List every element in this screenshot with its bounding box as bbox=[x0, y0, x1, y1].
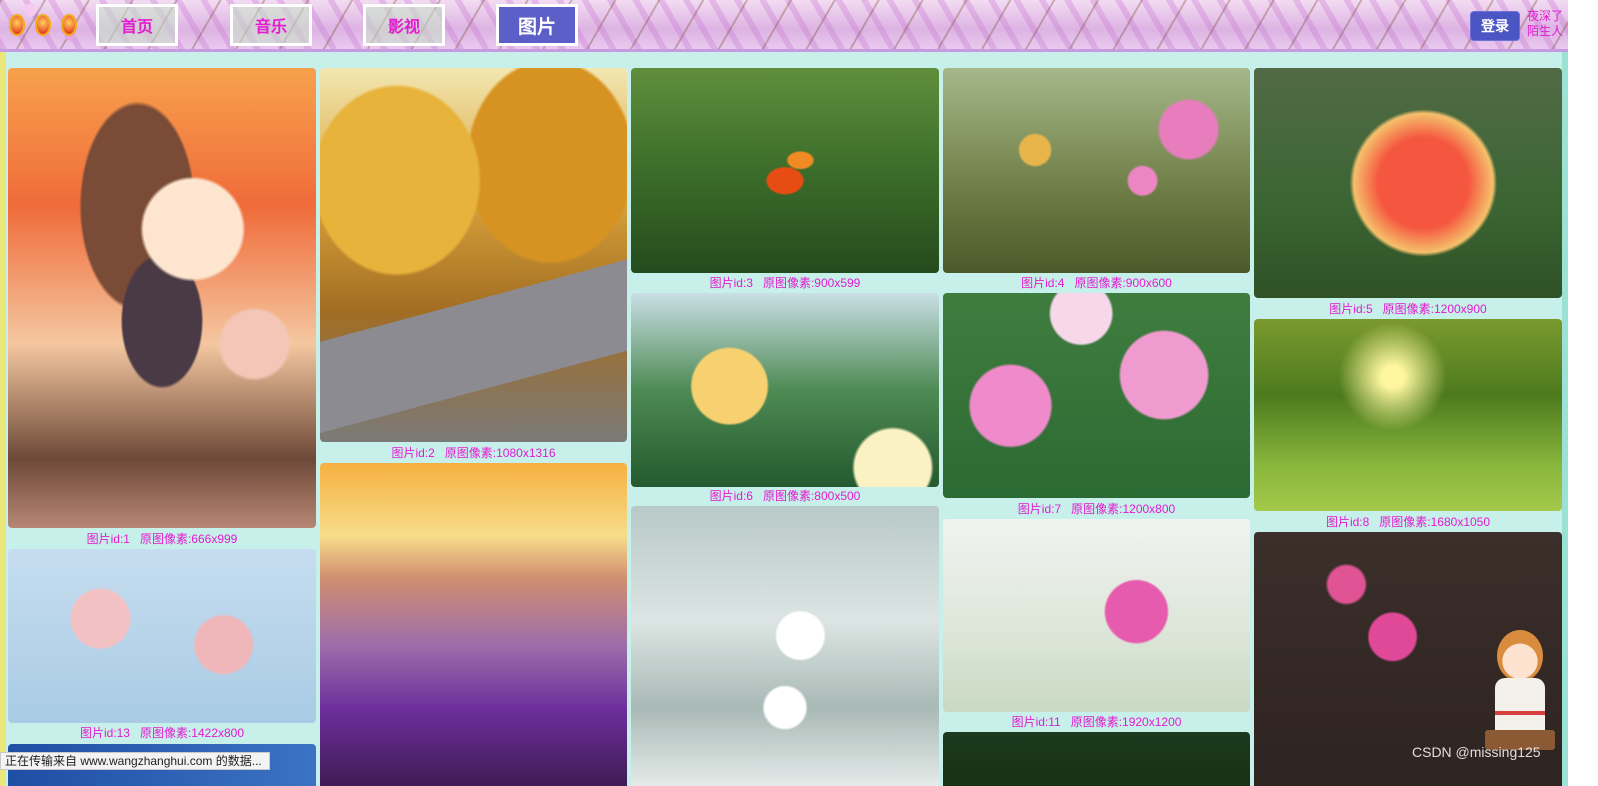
gallery-image-3[interactable] bbox=[631, 68, 939, 273]
nav-pictures[interactable]: 图片 bbox=[496, 4, 578, 46]
gallery-image-blossom[interactable] bbox=[631, 506, 939, 786]
anime-mascot[interactable] bbox=[1485, 630, 1555, 760]
page-right-margin bbox=[1568, 0, 1598, 786]
image-caption: 图片id:11 原图像素:1920x1200 bbox=[1011, 715, 1182, 729]
watermark: CSDN @missing125 bbox=[1412, 744, 1541, 760]
gallery-image-6[interactable] bbox=[631, 293, 939, 487]
user-greeting: 夜深了陌生人 bbox=[1526, 9, 1563, 38]
gallery-image-5[interactable] bbox=[1254, 68, 1562, 298]
gallery-image-2[interactable] bbox=[320, 68, 627, 442]
image-caption: 图片id:2 原图像素:1080x1316 bbox=[391, 446, 556, 460]
nav-video[interactable]: 影视 bbox=[363, 4, 445, 46]
gallery-image-partial[interactable] bbox=[943, 732, 1250, 786]
gallery-image-11[interactable] bbox=[943, 519, 1250, 712]
mascot-head bbox=[1497, 630, 1543, 682]
gallery-image-8[interactable] bbox=[1254, 319, 1562, 511]
lantern-icon bbox=[9, 14, 25, 36]
image-caption: 图片id:6 原图像素:800x500 bbox=[709, 489, 861, 503]
image-gallery: 图片id:1 原图像素:666x999 图片id:13 原图像素:1422x80… bbox=[0, 52, 1568, 786]
mascot-body bbox=[1495, 678, 1545, 738]
nav-music[interactable]: 音乐 bbox=[230, 4, 312, 46]
image-caption: 图片id:7 原图像素:1200x800 bbox=[1017, 502, 1176, 516]
top-navigation-bar: 首页 音乐 影视 图片 登录 夜深了陌生人 bbox=[0, 0, 1598, 52]
gallery-image-13[interactable] bbox=[8, 549, 316, 723]
gallery-image-7[interactable] bbox=[943, 293, 1250, 498]
image-caption: 图片id:4 原图像素:900x600 bbox=[1021, 276, 1172, 290]
gallery-image-1[interactable] bbox=[8, 68, 316, 528]
gallery-image-sunset[interactable] bbox=[320, 463, 627, 786]
login-button[interactable]: 登录 bbox=[1470, 11, 1520, 41]
lantern-icon bbox=[61, 14, 77, 36]
image-caption: 图片id:1 原图像素:666x999 bbox=[86, 532, 238, 546]
image-caption: 图片id:3 原图像素:900x599 bbox=[709, 276, 861, 290]
lantern-icon bbox=[35, 14, 51, 36]
gallery-image-4[interactable] bbox=[943, 68, 1250, 273]
nav-home[interactable]: 首页 bbox=[96, 4, 178, 46]
browser-status-bar: 正在传输来自 www.wangzhanghui.com 的数据... bbox=[0, 752, 270, 770]
image-caption: 图片id:8 原图像素:1680x1050 bbox=[1325, 515, 1491, 529]
site-logo[interactable] bbox=[4, 4, 82, 46]
image-caption: 图片id:5 原图像素:1200x900 bbox=[1329, 302, 1487, 316]
image-caption: 图片id:13 原图像素:1422x800 bbox=[79, 726, 245, 740]
